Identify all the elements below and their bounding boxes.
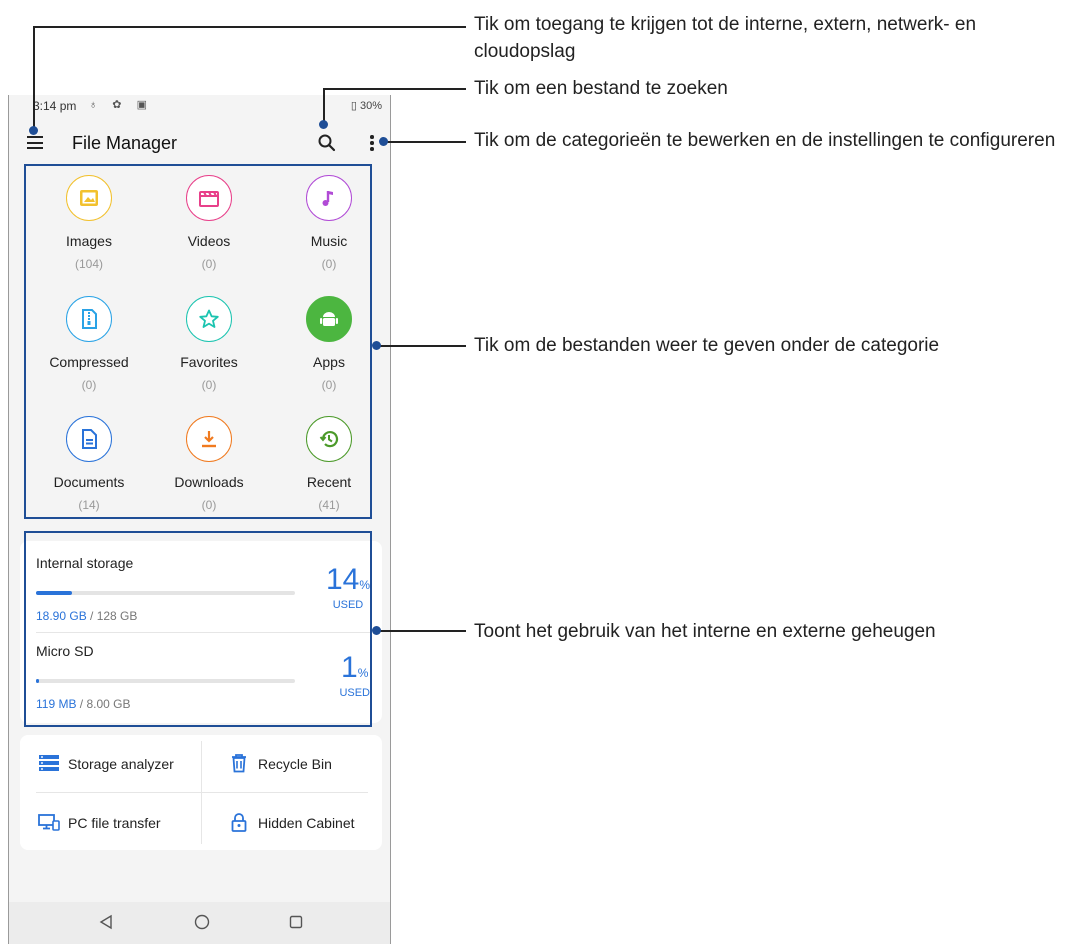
app-bar: File Manager	[9, 121, 390, 161]
tool-label: Storage analyzer	[68, 756, 174, 772]
recents-icon[interactable]	[289, 914, 303, 930]
status-bar: 3:14 pm ♁ ✿ ▣ ▯ 30%	[9, 95, 390, 117]
tool-label: PC file transfer	[68, 815, 161, 831]
callout-line	[33, 26, 466, 28]
callout-line	[323, 88, 466, 90]
status-system-icons: ▯ 30%	[351, 99, 382, 112]
category-highlight-box	[24, 164, 372, 519]
callout-line	[377, 345, 466, 347]
callout-search: Tik om een bestand te zoeken	[474, 78, 728, 99]
tools-horizontal-divider	[36, 792, 368, 793]
callout-line	[384, 141, 466, 143]
callout-storage-usage: Toont het gebruik van het interne en ext…	[474, 621, 936, 642]
callout-dot	[372, 626, 381, 635]
pc-transfer-icon	[38, 814, 60, 831]
callout-categories: Tik om de bestanden weer te geven onder …	[474, 335, 940, 356]
tool-label: Hidden Cabinet	[258, 815, 355, 831]
status-time: 3:14 pm	[33, 99, 77, 113]
tools-card: Storage analyzer Recycle Bin PC file tra…	[20, 735, 382, 850]
callout-line	[33, 26, 35, 130]
callout-dot	[319, 120, 328, 129]
storage-analyzer-icon	[39, 755, 59, 771]
trash-icon	[232, 754, 246, 773]
callout-dot	[29, 126, 38, 135]
battery-level: 30%	[359, 100, 382, 112]
navigation-bar	[9, 902, 390, 944]
search-icon[interactable]	[317, 133, 337, 153]
status-notification-icons: ♁ ✿ ▣	[89, 99, 153, 111]
back-icon[interactable]	[99, 914, 113, 930]
lock-icon	[231, 813, 247, 832]
callout-dot	[372, 341, 381, 350]
menu-icon[interactable]	[27, 136, 43, 149]
callout-storage-access: Tik om toegang te krijgen tot de interne…	[474, 14, 977, 62]
app-title: File Manager	[72, 133, 178, 153]
callout-settings: Tik om de categorieën te bewerken en de …	[474, 130, 1056, 151]
more-vert-icon[interactable]	[369, 135, 375, 153]
home-icon[interactable]	[194, 914, 210, 930]
storage-highlight-box	[24, 531, 372, 727]
callout-dot	[379, 137, 388, 146]
callout-line	[377, 630, 466, 632]
tool-label: Recycle Bin	[258, 756, 332, 772]
battery-icon: ▯	[350, 100, 357, 112]
